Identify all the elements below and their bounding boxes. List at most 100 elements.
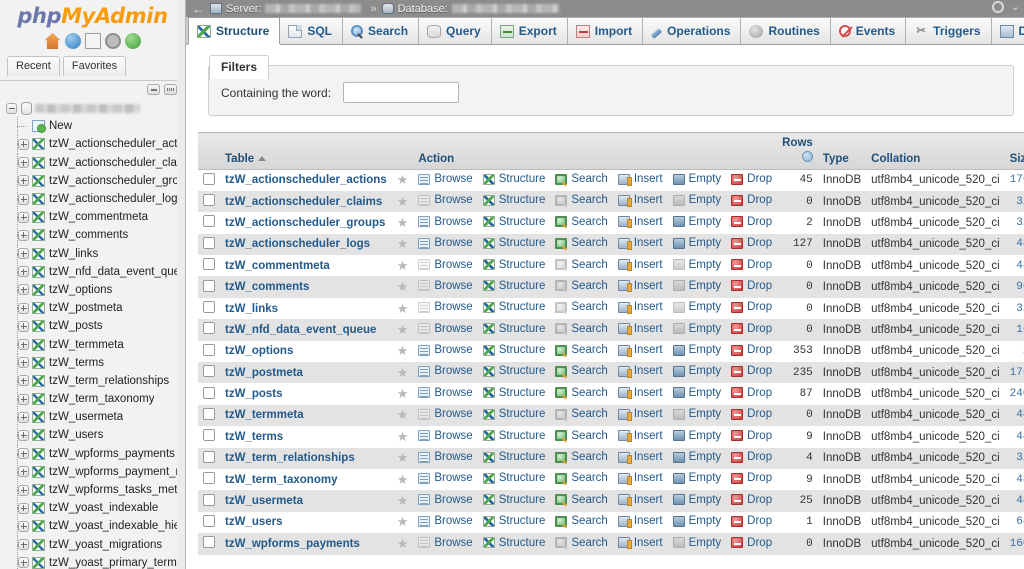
expand-icon[interactable] <box>18 212 29 223</box>
action-cell-empty[interactable]: Empty <box>668 191 727 212</box>
favorite-star-icon[interactable]: ★ <box>397 407 409 422</box>
favorite-star-icon[interactable]: ★ <box>397 258 409 273</box>
action-cell-browse[interactable]: Browse <box>413 490 477 511</box>
action-cell-search[interactable]: Search <box>550 405 612 426</box>
action-search[interactable]: Search <box>555 344 607 356</box>
table-row[interactable]: tzW_term_relationships★BrowseStructureSe… <box>198 448 1024 469</box>
favorite-cell[interactable]: ★ <box>392 212 414 233</box>
action-cell-search[interactable]: Search <box>550 490 612 511</box>
row-checkbox[interactable] <box>203 536 215 548</box>
action-cell-structure[interactable]: Structure <box>478 383 551 404</box>
row-checkbox[interactable] <box>203 365 215 377</box>
action-drop[interactable]: Drop <box>731 194 772 206</box>
action-cell-browse[interactable]: Browse <box>413 276 477 297</box>
action-browse[interactable]: Browse <box>418 301 472 313</box>
favorite-cell[interactable]: ★ <box>392 341 414 362</box>
table-name-link[interactable]: tzW_options <box>225 345 293 357</box>
action-search[interactable]: Search <box>555 280 607 292</box>
tree-item-tzW_yoast_primary_term[interactable]: tzW_yoast_primary_term <box>0 554 185 569</box>
action-cell-search[interactable]: Search <box>550 212 612 233</box>
expand-icon[interactable] <box>18 321 29 332</box>
table-name-cell[interactable]: tzW_terms <box>220 426 392 447</box>
action-insert[interactable]: Insert <box>618 537 663 549</box>
action-insert[interactable]: Insert <box>618 451 663 463</box>
action-browse[interactable]: Browse <box>418 237 472 249</box>
table-row[interactable]: tzW_termmeta★BrowseStructureSearchInsert… <box>198 405 1024 426</box>
table-name-cell[interactable]: tzW_options <box>220 341 392 362</box>
favorite-star-icon[interactable]: ★ <box>397 301 409 316</box>
action-browse[interactable]: Browse <box>418 365 472 377</box>
action-browse[interactable]: Browse <box>418 515 472 527</box>
row-checkbox-cell[interactable] <box>198 234 220 255</box>
action-drop[interactable]: Drop <box>731 537 772 549</box>
action-cell-drop[interactable]: Drop <box>726 234 777 255</box>
action-cell-empty[interactable]: Empty <box>668 405 727 426</box>
row-checkbox-cell[interactable] <box>198 533 220 554</box>
row-checkbox-cell[interactable] <box>198 212 220 233</box>
tab-import[interactable]: Import <box>568 17 643 44</box>
action-cell-browse[interactable]: Browse <box>413 383 477 404</box>
expand-icon[interactable] <box>18 139 29 150</box>
expand-icon[interactable] <box>18 248 29 259</box>
action-cell-drop[interactable]: Drop <box>726 426 777 447</box>
tab-structure[interactable]: Structure <box>188 17 280 44</box>
favorite-star-icon[interactable]: ★ <box>397 365 409 380</box>
table-name-cell[interactable]: tzW_actionscheduler_actions <box>220 170 392 191</box>
expand-icon[interactable] <box>18 521 29 532</box>
favorite-cell[interactable]: ★ <box>392 469 414 490</box>
action-cell-search[interactable]: Search <box>550 341 612 362</box>
expand-icon[interactable] <box>18 557 29 568</box>
action-cell-browse[interactable]: Browse <box>413 426 477 447</box>
action-empty[interactable]: Empty <box>673 280 722 292</box>
action-search[interactable]: Search <box>555 237 607 249</box>
action-cell-structure[interactable]: Structure <box>478 276 551 297</box>
table-row[interactable]: tzW_links★BrowseStructureSearchInsertEmp… <box>198 298 1024 319</box>
action-empty[interactable]: Empty <box>673 515 722 527</box>
action-cell-search[interactable]: Search <box>550 191 612 212</box>
table-name-cell[interactable]: tzW_links <box>220 298 392 319</box>
row-checkbox-cell[interactable] <box>198 319 220 340</box>
action-cell-empty[interactable]: Empty <box>668 512 727 533</box>
tree-item-tzW_options[interactable]: tzW_options <box>0 281 185 299</box>
action-structure[interactable]: Structure <box>483 494 546 506</box>
action-cell-browse[interactable]: Browse <box>413 469 477 490</box>
action-cell-search[interactable]: Search <box>550 234 612 255</box>
action-empty[interactable]: Empty <box>673 472 722 484</box>
action-cell-insert[interactable]: Insert <box>613 533 668 554</box>
tree-item-tzW_term_relationships[interactable]: tzW_term_relationships <box>0 372 185 390</box>
action-cell-browse[interactable]: Browse <box>413 298 477 319</box>
action-insert[interactable]: Insert <box>618 515 663 527</box>
table-row[interactable]: tzW_usermeta★BrowseStructureSearchInsert… <box>198 490 1024 511</box>
action-empty[interactable]: Empty <box>673 430 722 442</box>
action-cell-structure[interactable]: Structure <box>478 426 551 447</box>
action-empty[interactable]: Empty <box>673 408 722 420</box>
action-cell-structure[interactable]: Structure <box>478 512 551 533</box>
row-checkbox[interactable] <box>203 173 215 185</box>
action-cell-insert[interactable]: Insert <box>613 191 668 212</box>
table-row[interactable]: tzW_terms★BrowseStructureSearchInsertEmp… <box>198 426 1024 447</box>
favorite-cell[interactable]: ★ <box>392 383 414 404</box>
favorite-star-icon[interactable]: ★ <box>397 279 409 294</box>
action-cell-insert[interactable]: Insert <box>613 383 668 404</box>
action-cell-browse[interactable]: Browse <box>413 533 477 554</box>
action-insert[interactable]: Insert <box>618 408 663 420</box>
action-cell-search[interactable]: Search <box>550 512 612 533</box>
table-row[interactable]: tzW_actionscheduler_groups★BrowseStructu… <box>198 212 1024 233</box>
action-drop[interactable]: Drop <box>731 280 772 292</box>
action-drop[interactable]: Drop <box>731 237 772 249</box>
row-checkbox[interactable] <box>203 322 215 334</box>
header-collation[interactable]: Collation <box>866 133 1005 170</box>
action-cell-empty[interactable]: Empty <box>668 490 727 511</box>
action-empty[interactable]: Empty <box>673 387 722 399</box>
row-checkbox-cell[interactable] <box>198 170 220 191</box>
table-name-link[interactable]: tzW_commentmeta <box>225 260 330 272</box>
table-name-cell[interactable]: tzW_nfd_data_event_queue <box>220 319 392 340</box>
tree-item-tzW_wpforms_tasks_meta[interactable]: tzW_wpforms_tasks_meta <box>0 481 185 499</box>
action-cell-structure[interactable]: Structure <box>478 255 551 276</box>
action-drop[interactable]: Drop <box>731 515 772 527</box>
action-cell-structure[interactable]: Structure <box>478 298 551 319</box>
row-checkbox[interactable] <box>203 451 215 463</box>
table-name-link[interactable]: tzW_nfd_data_event_queue <box>225 324 376 336</box>
action-cell-drop[interactable]: Drop <box>726 469 777 490</box>
favorite-cell[interactable]: ★ <box>392 255 414 276</box>
